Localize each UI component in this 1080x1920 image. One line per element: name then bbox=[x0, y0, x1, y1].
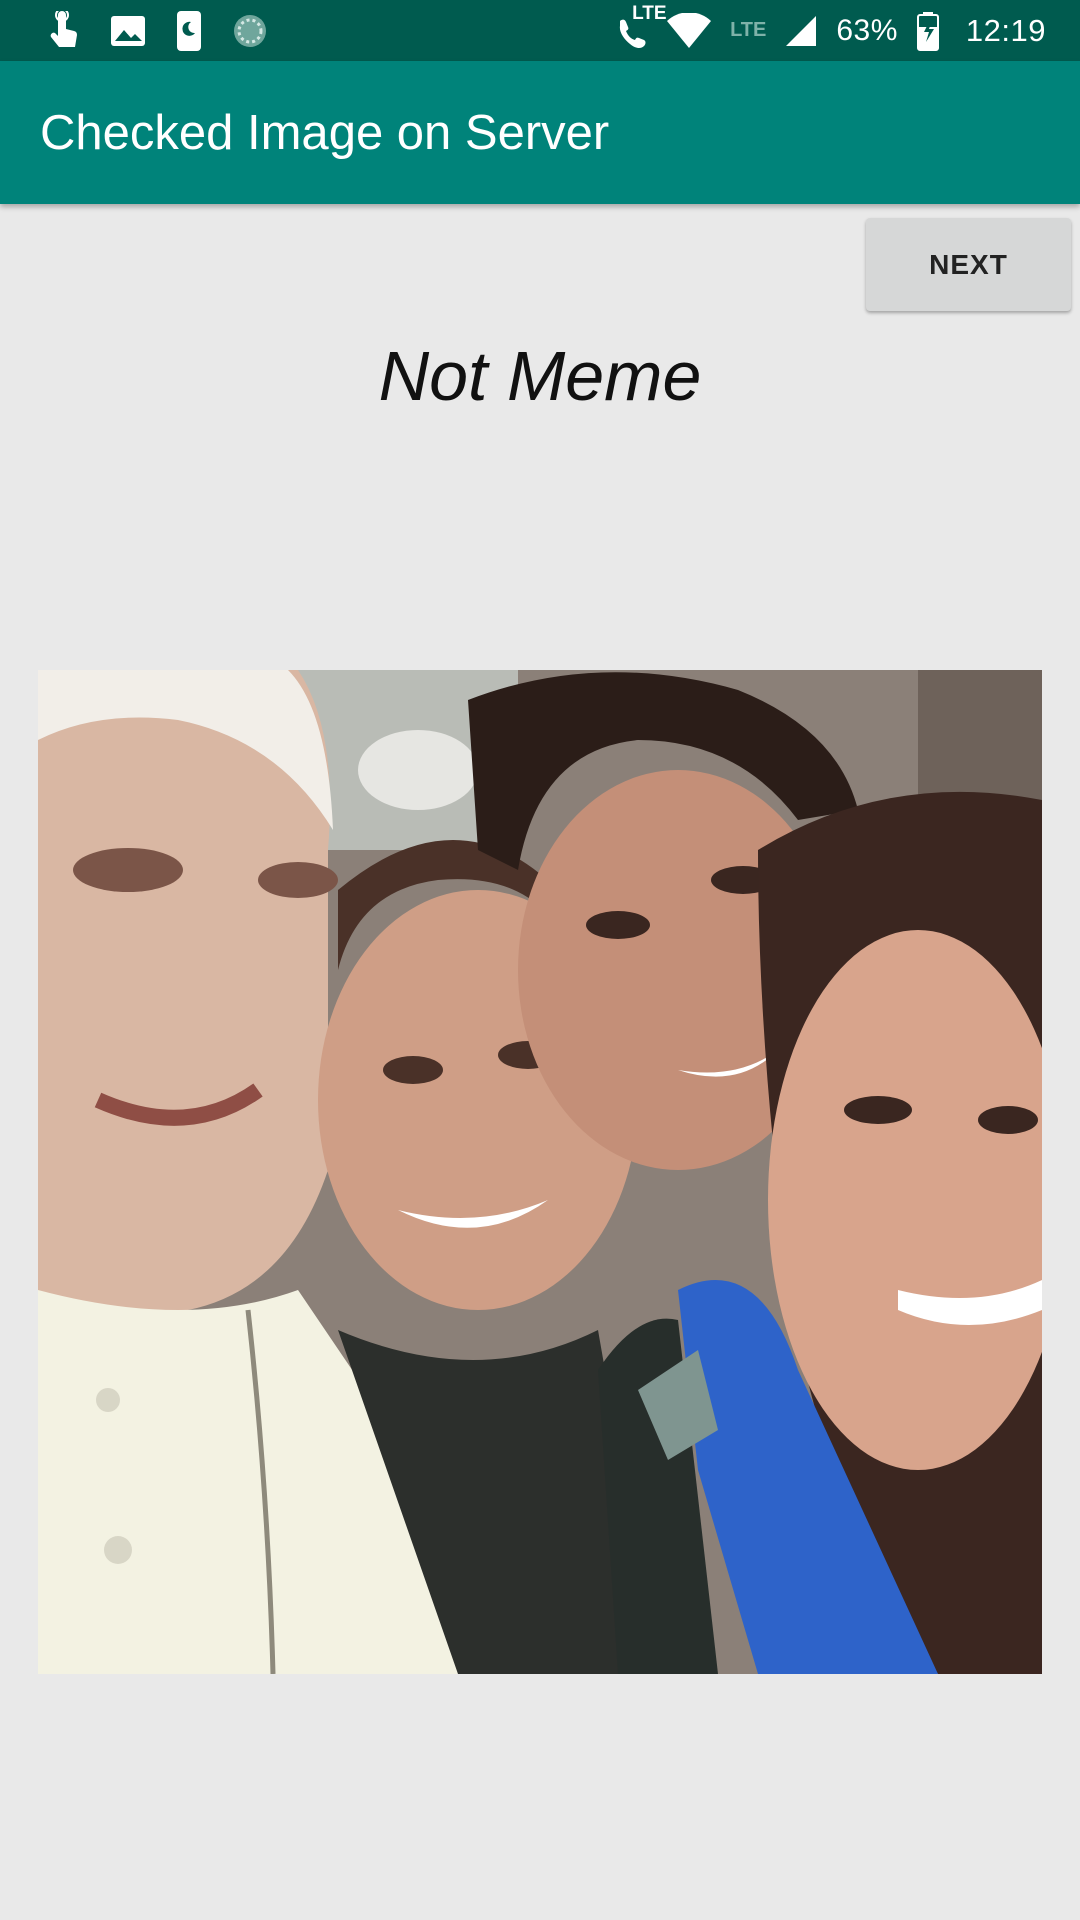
sync-circle-icon bbox=[232, 13, 268, 49]
gallery-icon bbox=[110, 15, 146, 47]
phone-moon-icon bbox=[176, 10, 202, 52]
call-lte-badge: LTE bbox=[632, 2, 667, 24]
touch-icon bbox=[46, 10, 80, 51]
battery-charging-icon bbox=[916, 11, 940, 51]
volte-call-icon: LTE bbox=[614, 3, 667, 51]
next-button[interactable]: NEXT bbox=[866, 218, 1071, 311]
status-bar: LTE LTE 63% 12:19 bbox=[0, 0, 1080, 61]
page-title: Checked Image on Server bbox=[40, 105, 610, 160]
clock: 12:19 bbox=[965, 12, 1046, 48]
lte-icon: LTE bbox=[730, 19, 767, 41]
classification-result-label: Not Meme bbox=[378, 337, 702, 415]
wifi-icon bbox=[666, 12, 712, 49]
battery-percent: 63% bbox=[836, 13, 898, 47]
group-selfie-photo bbox=[38, 670, 1042, 1674]
signal-icon bbox=[784, 14, 818, 48]
app-bar: Checked Image on Server bbox=[0, 61, 1080, 204]
